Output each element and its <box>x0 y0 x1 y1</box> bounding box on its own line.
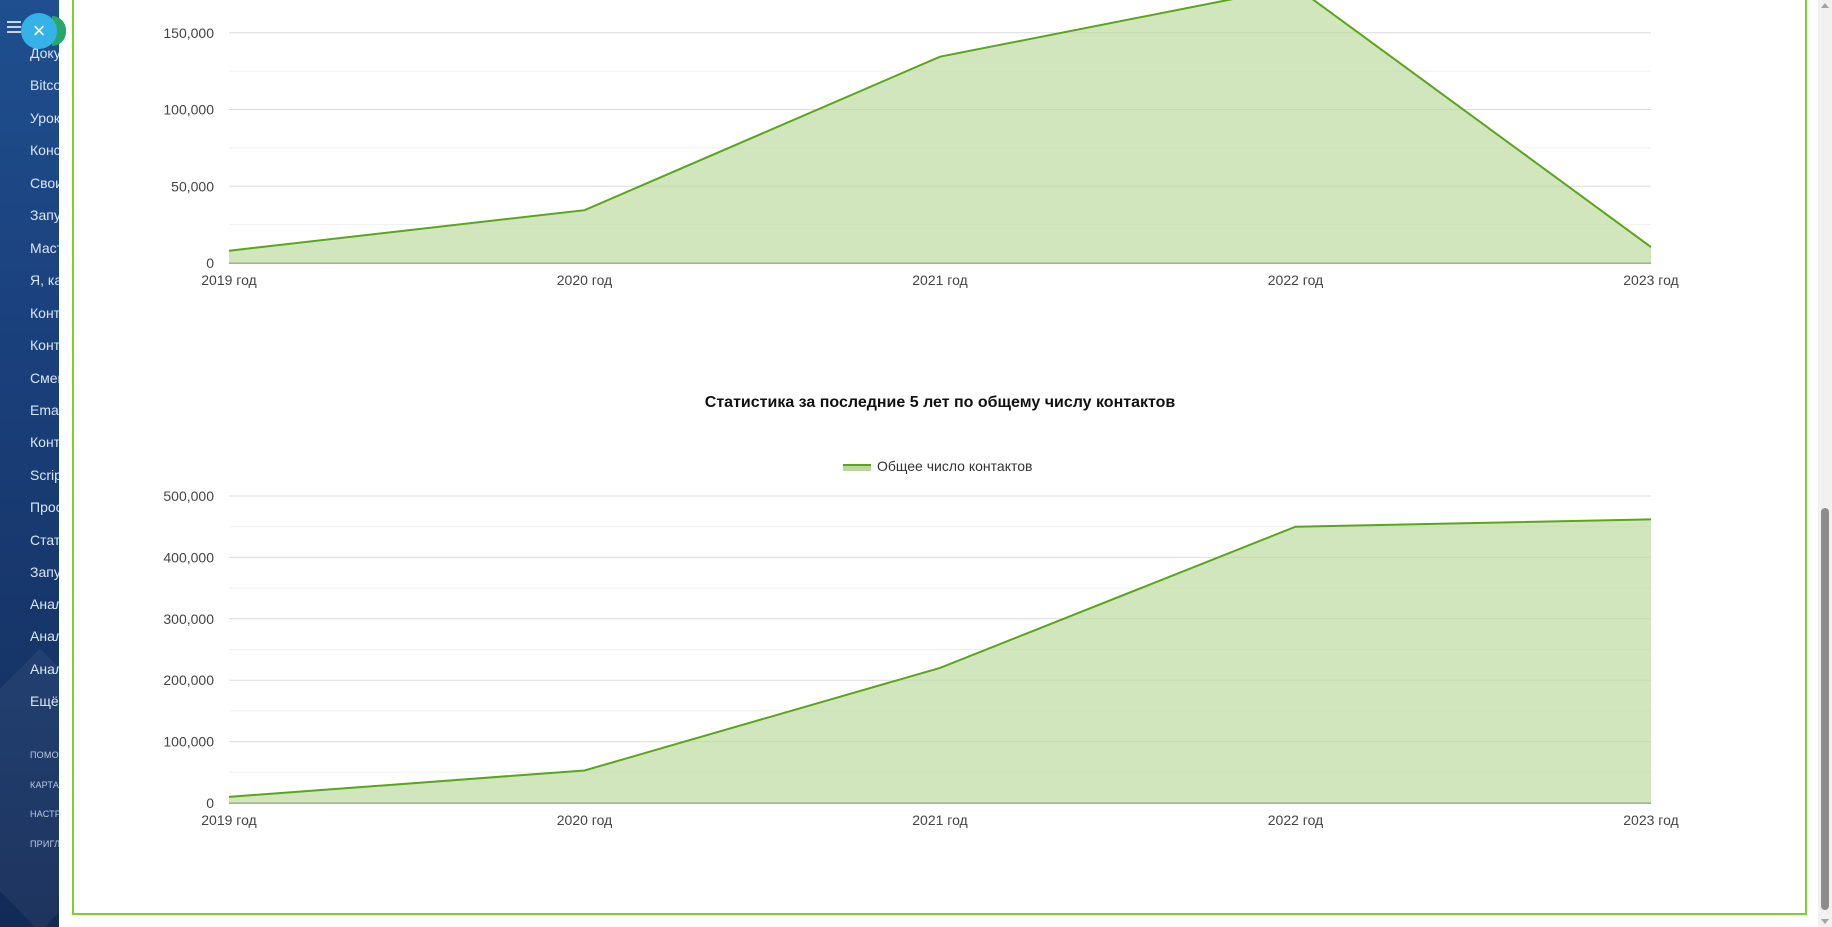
y-tick-label: 200,000 <box>163 672 214 688</box>
x-tick-label: 2021 год <box>912 272 967 288</box>
chart-title: Статистика за последние 5 лет по общему … <box>705 394 1176 411</box>
x-tick-label: 2022 год <box>1268 812 1323 828</box>
y-tick-label: 0 <box>206 795 214 811</box>
x-tick-label: 2019 год <box>201 272 256 288</box>
y-tick-label: 300,000 <box>163 611 214 627</box>
x-tick-label: 2020 год <box>557 812 612 828</box>
y-tick-label: 100,000 <box>163 734 214 750</box>
x-tick-label: 2023 год <box>1623 812 1678 828</box>
chart-yearly-contacts: 050,000100,000150,000200,0002019 год2020… <box>163 0 1679 288</box>
series-area <box>229 0 1651 263</box>
series-area <box>229 519 1651 803</box>
scrollbar[interactable] <box>1818 0 1832 927</box>
x-tick-label: 2022 год <box>1268 272 1323 288</box>
scroll-down-arrow-icon[interactable] <box>1821 919 1829 924</box>
x-tick-label: 2020 год <box>557 272 612 288</box>
y-tick-label: 50,000 <box>171 178 214 194</box>
y-tick-label: 400,000 <box>163 549 214 565</box>
charts-canvas: 0 50,000 100,000 150,000 200,000 2019 год 2020… <box>163 0 1679 828</box>
y-tick-label: 0 <box>206 255 214 271</box>
chart-total-contacts: 0 100,000 200,000 300,000 400,000 500,000 2019… <box>163 394 1678 828</box>
y-tick-label: 500,000 <box>163 488 214 504</box>
y-tick-label: 150,000 <box>163 25 214 41</box>
close-button[interactable]: × <box>21 13 57 49</box>
scrollbar-thumb[interactable] <box>1821 508 1829 910</box>
scroll-up-arrow-icon[interactable] <box>1821 3 1829 8</box>
y-tick-label: 100,000 <box>163 102 214 118</box>
x-tick-label: 2023 год <box>1623 272 1678 288</box>
x-tick-label: 2019 год <box>201 812 256 828</box>
legend-label: Общее число контактов <box>877 458 1032 474</box>
x-tick-label: 2021 год <box>912 812 967 828</box>
legend-item[interactable]: Общее число контактов <box>843 458 1032 474</box>
